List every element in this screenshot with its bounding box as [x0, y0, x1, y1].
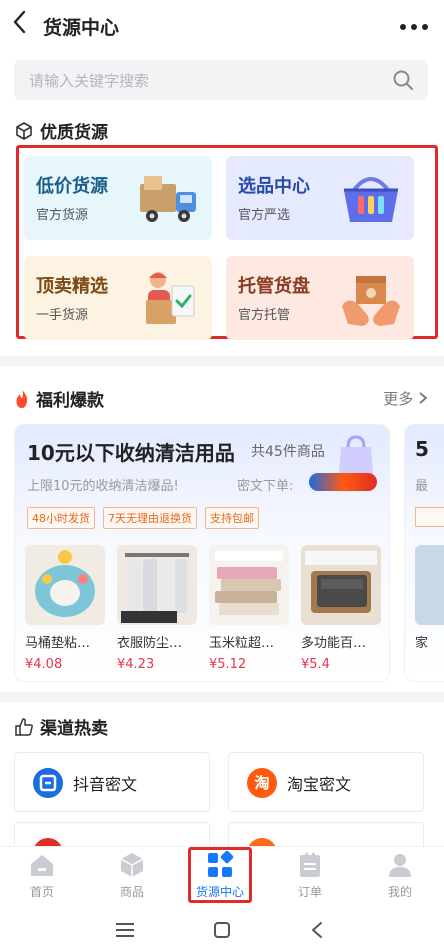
- back-icon[interactable]: [12, 10, 34, 40]
- card-subtitle: 官方严选: [238, 208, 291, 223]
- product-item[interactable]: 玉米粒超… ¥5.12: [209, 545, 289, 672]
- chevron-right-icon: [418, 391, 428, 409]
- channel-label: 抖音密文: [73, 775, 138, 794]
- top-bar: 货源中心: [0, 0, 444, 54]
- product-price: ¥4.08: [25, 657, 63, 672]
- promo-description: 最: [415, 479, 429, 494]
- courier-icon: [136, 266, 202, 332]
- promo-title: 10元以下收纳清洁用品: [27, 441, 235, 465]
- card-subtitle: 官方托管: [238, 308, 291, 323]
- hands-box-icon: [338, 266, 404, 332]
- promo-card-next[interactable]: 5 最 家: [404, 424, 444, 682]
- card-title: 顶卖精选: [36, 276, 108, 297]
- back-triangle-icon[interactable]: [310, 921, 324, 939]
- home-icon: [28, 851, 56, 879]
- nav-label: 我的: [387, 885, 412, 899]
- tag-7day-return: 7天无理由退换货: [103, 507, 197, 529]
- nav-label: 首页: [29, 885, 54, 899]
- system-navigation-bar: [0, 908, 444, 952]
- nav-home[interactable]: 首页: [10, 851, 74, 900]
- welfare-section-title: 福利爆款: [36, 391, 104, 411]
- search-input[interactable]: 请输入关键字搜索: [14, 60, 428, 100]
- card-title: 托管货盘: [238, 276, 310, 297]
- nav-label: 商品: [119, 885, 144, 899]
- product-item[interactable]: 马桶垫粘… ¥4.08: [25, 545, 105, 672]
- cube-icon: [14, 121, 34, 141]
- search-area: 请输入关键字搜索: [0, 54, 444, 108]
- fire-icon: [14, 389, 30, 409]
- product-image-partial: [415, 545, 444, 625]
- welfare-hot-items-section: 福利爆款 更多 10元以下收纳清洁用品 共45件商品 上限10元的收纳清洁爆品!…: [0, 366, 444, 692]
- quality-section-header: 优质货源: [14, 118, 108, 143]
- nav-active-highlight: [188, 847, 252, 903]
- product-image-towel: [209, 545, 289, 625]
- menu-icon[interactable]: [116, 922, 134, 938]
- card-subtitle: 官方货源: [36, 208, 89, 223]
- card-product-selection-center[interactable]: 选品中心 官方严选: [226, 156, 414, 240]
- product-name: 多功能百…: [301, 636, 367, 651]
- card-top-selling-picks[interactable]: 顶卖精选 一手货源: [24, 256, 212, 340]
- channel-label: 淘宝密文: [287, 775, 352, 794]
- product-item[interactable]: 衣服防尘… ¥4.23: [117, 545, 197, 672]
- tag-partial: [415, 507, 444, 527]
- promo-card[interactable]: 10元以下收纳清洁用品 共45件商品 上限10元的收纳清洁爆品! 密文下单: 4…: [14, 424, 390, 682]
- product-item[interactable]: 多功能百… ¥5.4: [301, 545, 381, 672]
- tag-free-shipping: 支持包邮: [205, 507, 259, 529]
- product-name: 马桶垫粘…: [25, 636, 91, 651]
- product-image-toilet-mat: [25, 545, 105, 625]
- platform-logos-icon: [309, 473, 377, 491]
- product-name: 玉米粒超…: [209, 636, 275, 651]
- nav-orders[interactable]: 订单: [278, 851, 342, 900]
- user-icon: [386, 851, 414, 879]
- card-title: 低价货源: [36, 176, 108, 197]
- promo-count: 共45件商品: [251, 444, 325, 460]
- channel-douyin[interactable]: 抖音密文: [14, 752, 210, 812]
- channel-hot-section: 渠道热卖 抖音密文 淘 淘宝密文 拼多多密文 快手密文: [0, 702, 444, 882]
- product-name: 衣服防尘…: [117, 636, 183, 651]
- taobao-logo-icon: 淘: [247, 768, 277, 798]
- quality-sources-section: 优质货源 低价货源 官方货源 选品中心 官方严选 顶卖精选 一手货源 托管货盘 …: [0, 108, 444, 356]
- card-low-price-sources[interactable]: 低价货源 官方货源: [24, 156, 212, 240]
- page-title: 货源中心: [43, 17, 120, 39]
- nav-label: 订单: [297, 885, 322, 899]
- more-link[interactable]: 更多: [383, 388, 428, 409]
- promo-title: 5: [415, 437, 429, 461]
- product-image-cloth: [301, 545, 381, 625]
- quality-section-title: 优质货源: [40, 123, 108, 143]
- box-icon: [118, 851, 146, 879]
- promo-tags: 48小时发货 7天无理由退换货 支持包邮: [27, 507, 259, 529]
- product-price: ¥5.4: [301, 657, 330, 672]
- order-list-icon: [296, 851, 324, 879]
- channel-section-header: 渠道热卖: [14, 714, 108, 739]
- more-label: 更多: [383, 390, 414, 408]
- search-placeholder: 请输入关键字搜索: [29, 72, 150, 90]
- basket-icon: [338, 166, 404, 232]
- channel-taobao[interactable]: 淘 淘宝密文: [228, 752, 424, 812]
- product-image-dust-cover: [117, 545, 197, 625]
- promo-description: 上限10元的收纳清洁爆品!: [27, 479, 179, 494]
- thumbs-up-icon: [14, 717, 34, 737]
- search-icon[interactable]: [392, 69, 414, 91]
- card-hosted-inventory[interactable]: 托管货盘 官方托管: [226, 256, 414, 340]
- product-price: ¥4.23: [117, 657, 155, 672]
- card-subtitle: 一手货源: [36, 308, 89, 323]
- promo-code-label: 密文下单:: [237, 479, 294, 494]
- douyin-logo-icon: [33, 768, 63, 798]
- truck-icon: [136, 166, 202, 232]
- bottom-navigation: 首页 商品 货源中心 订单 我的: [0, 846, 444, 908]
- tag-48h-shipping: 48小时发货: [27, 507, 95, 529]
- card-title: 选品中心: [238, 176, 310, 197]
- product-price: ¥5.12: [209, 657, 247, 672]
- home-square-icon[interactable]: [213, 921, 231, 939]
- nav-profile[interactable]: 我的: [368, 851, 432, 900]
- more-options-icon[interactable]: [398, 18, 430, 30]
- welfare-section-header: 福利爆款: [14, 386, 104, 411]
- channel-section-title: 渠道热卖: [40, 719, 108, 739]
- nav-products[interactable]: 商品: [100, 851, 164, 900]
- product-name: 家: [415, 636, 429, 651]
